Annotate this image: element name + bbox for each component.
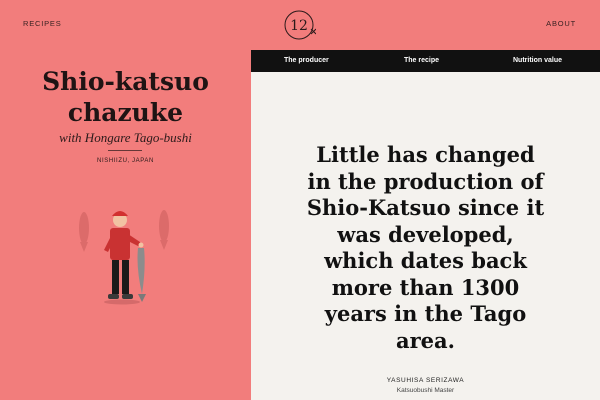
recipe-location: NISHIIZU, JAPAN (97, 158, 154, 164)
quote-line: area. (396, 327, 455, 353)
quote-author-name: YASUHISA SERIZAWA (386, 377, 465, 384)
quote-author-role: Katsuobushi Master (396, 387, 455, 394)
tab-the-producer[interactable]: The producer (284, 57, 329, 64)
recipe-title-line1: Shio-katsuo (42, 67, 209, 96)
quote-line: which dates back (324, 248, 527, 273)
title-divider (108, 150, 142, 151)
quote-line: Little has changed (316, 142, 535, 167)
producer-quote: Little has changed in the production of … (271, 142, 580, 354)
recipe-title-line2: chazuke (67, 98, 184, 127)
quote-line: Shio-Katsuo since it (306, 195, 545, 220)
fisherman-illustration (79, 210, 169, 305)
nav-recipes-link[interactable]: RECIPES (23, 19, 62, 28)
quote-line: more than 1300 (331, 274, 520, 300)
quote-line: was developed, (337, 221, 514, 247)
recipe-title: Shio-katsuo chazuke (0, 66, 251, 128)
recipe-info-panel: Shio-katsuo chazuke with Hongare Tago-bu… (0, 50, 251, 400)
top-navigation-bar: RECIPES 12 ABOUT (0, 0, 600, 50)
recipe-subtitle: with Hongare Tago-bushi (59, 130, 192, 145)
tab-nutrition-value[interactable]: Nutrition value (513, 57, 562, 64)
logo-emblem-icon[interactable]: 12 (282, 8, 316, 42)
quote-line: in the production of (307, 168, 544, 194)
quote-panel: The producer The recipe Nutrition value … (251, 50, 600, 400)
section-tabs: The producer The recipe Nutrition value (251, 50, 600, 72)
tab-the-recipe[interactable]: The recipe (404, 57, 439, 64)
logo-number: 12 (290, 18, 308, 34)
nav-about-link[interactable]: ABOUT (546, 19, 576, 28)
quote-line: years in the Tago (324, 301, 527, 326)
